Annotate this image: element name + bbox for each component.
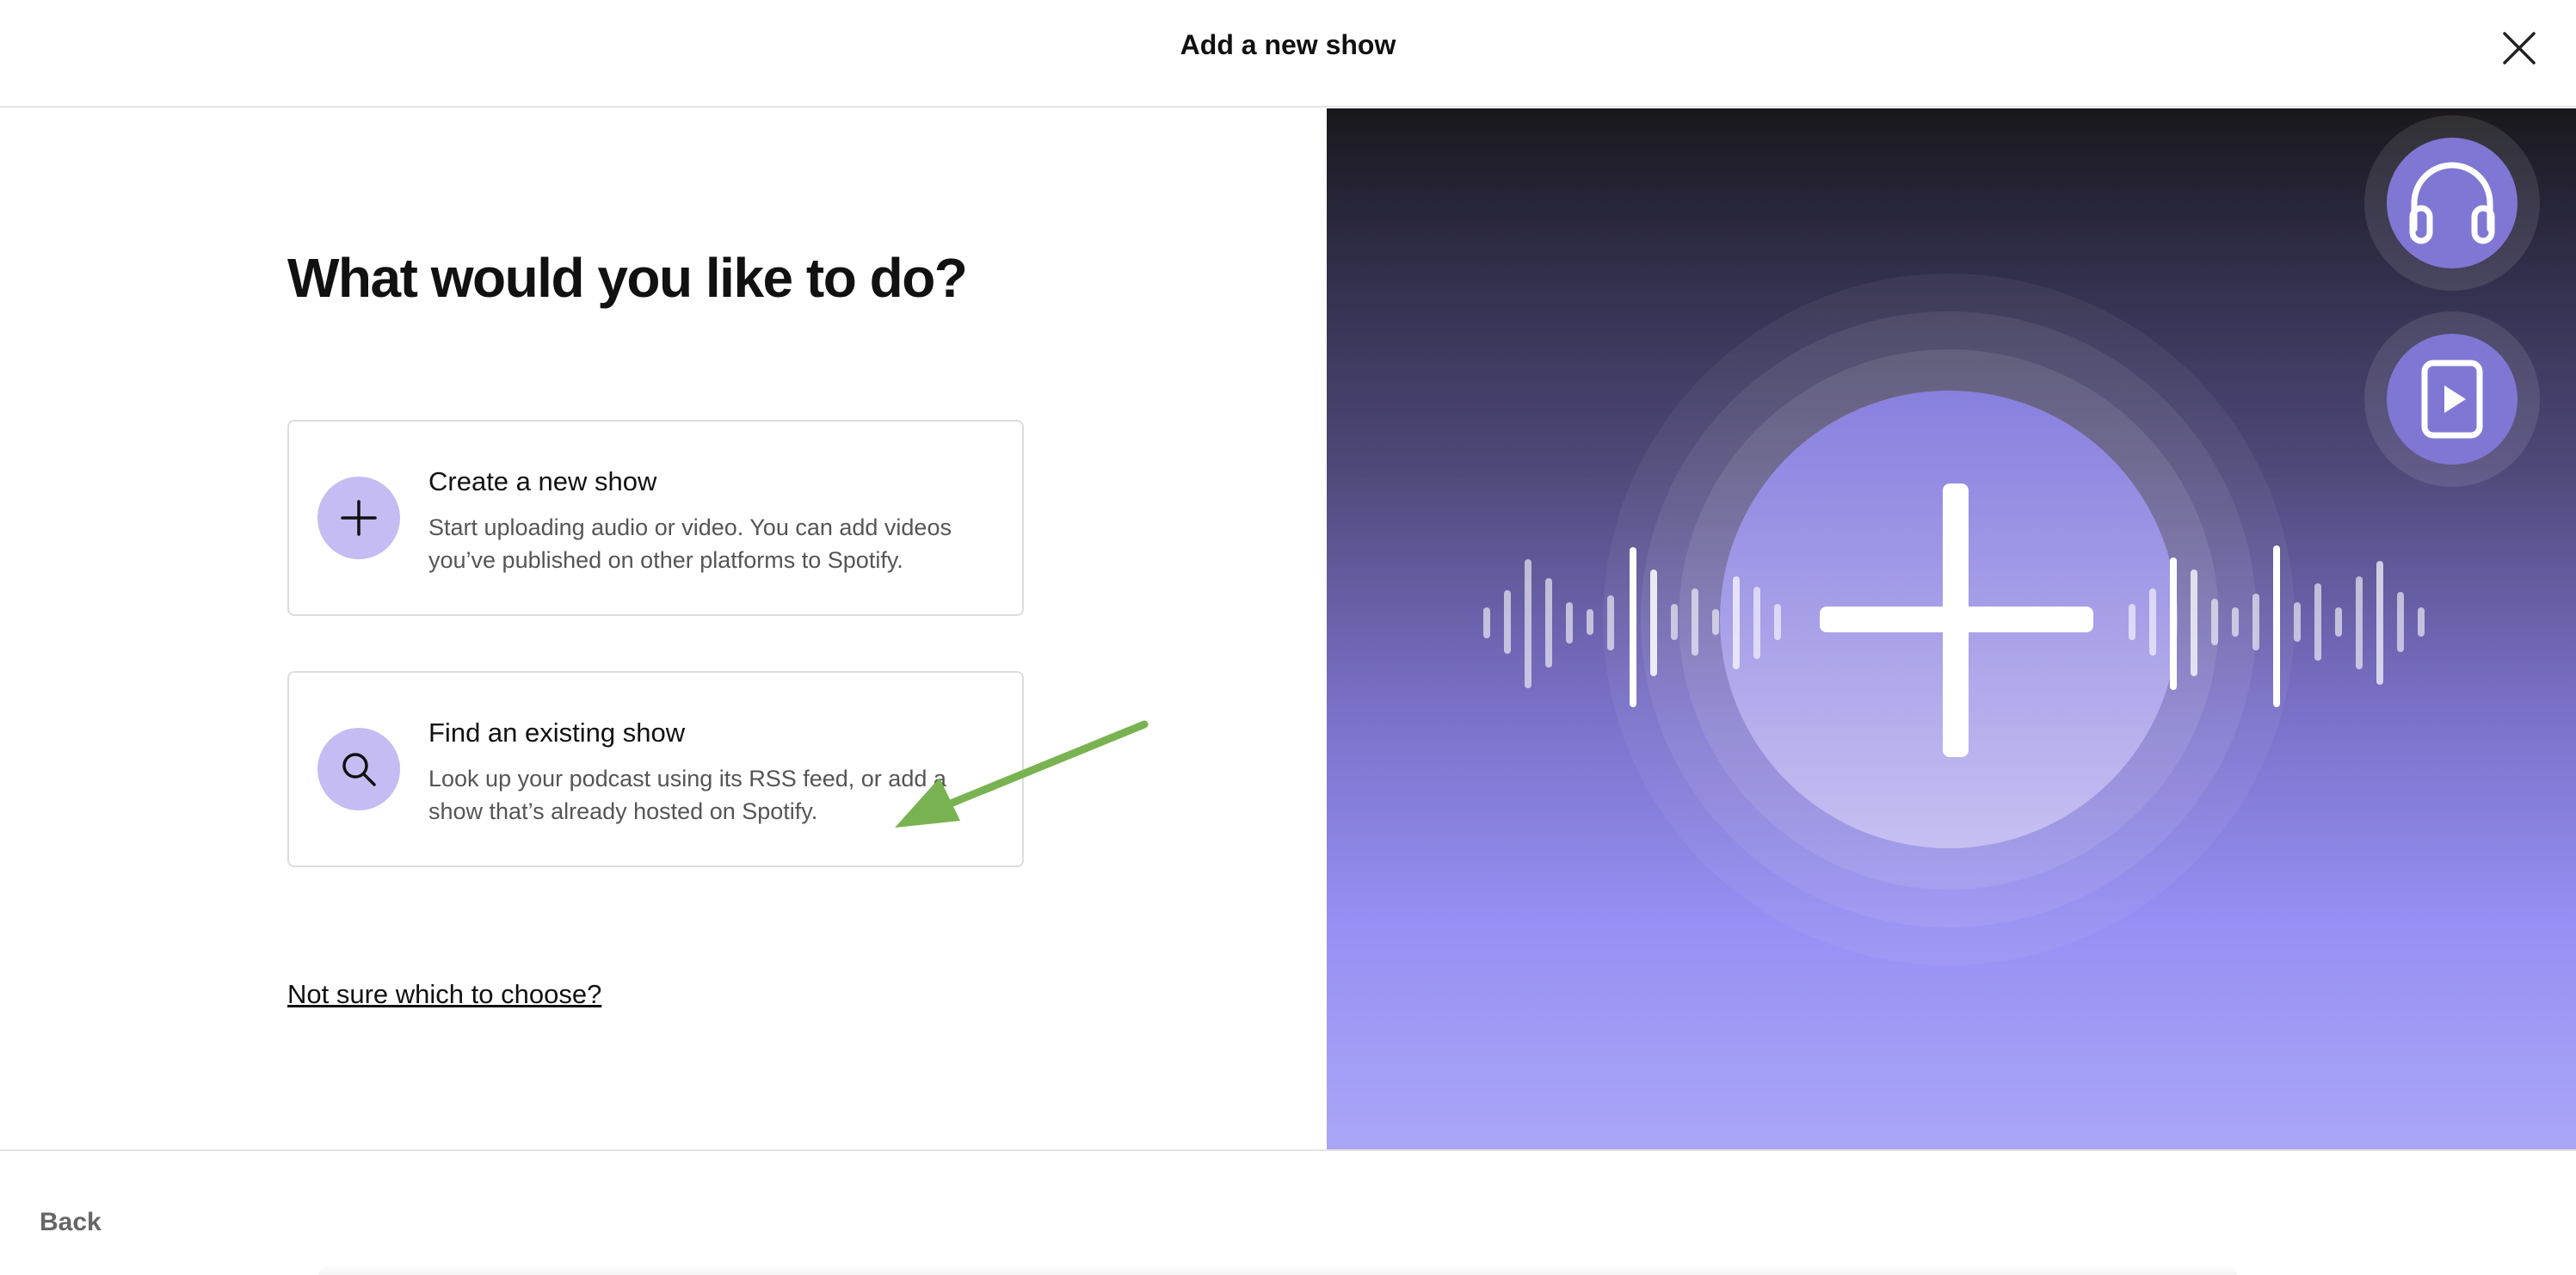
footer-shadow xyxy=(318,1265,2237,1275)
back-button[interactable]: Back xyxy=(40,1208,102,1237)
modal-footer: Back xyxy=(0,1149,2576,1275)
close-icon xyxy=(2503,32,2536,65)
create-show-description: Start uploading audio or video. You can … xyxy=(428,514,952,573)
options-panel: What would you like to do? Create a new … xyxy=(0,108,1327,1149)
find-show-icon-circle xyxy=(317,728,400,810)
modal-title: Add a new show xyxy=(1180,29,1396,60)
find-show-description: Look up your podcast using its RSS feed,… xyxy=(428,766,946,824)
soundwave-right xyxy=(2129,545,2425,707)
page-heading: What would you like to do? xyxy=(287,247,968,309)
plus-icon xyxy=(341,500,377,536)
not-sure-help-link[interactable]: Not sure which to choose? xyxy=(287,979,601,1010)
close-button[interactable] xyxy=(2497,26,2542,71)
create-show-icon-circle xyxy=(317,477,400,559)
illustration xyxy=(1483,115,2540,965)
create-show-title: Create a new show xyxy=(428,466,657,496)
modal-header: Add a new show xyxy=(0,0,2576,108)
find-existing-show-option[interactable]: Find an existing show Look up your podca… xyxy=(287,671,1024,867)
find-show-title: Find an existing show xyxy=(428,718,686,748)
video-badge xyxy=(2364,311,2540,487)
headphones-badge xyxy=(2364,115,2540,291)
create-new-show-option[interactable]: Create a new show Start uploading audio … xyxy=(287,420,1024,616)
illustration-panel xyxy=(1327,108,2576,1149)
search-icon xyxy=(342,753,376,786)
